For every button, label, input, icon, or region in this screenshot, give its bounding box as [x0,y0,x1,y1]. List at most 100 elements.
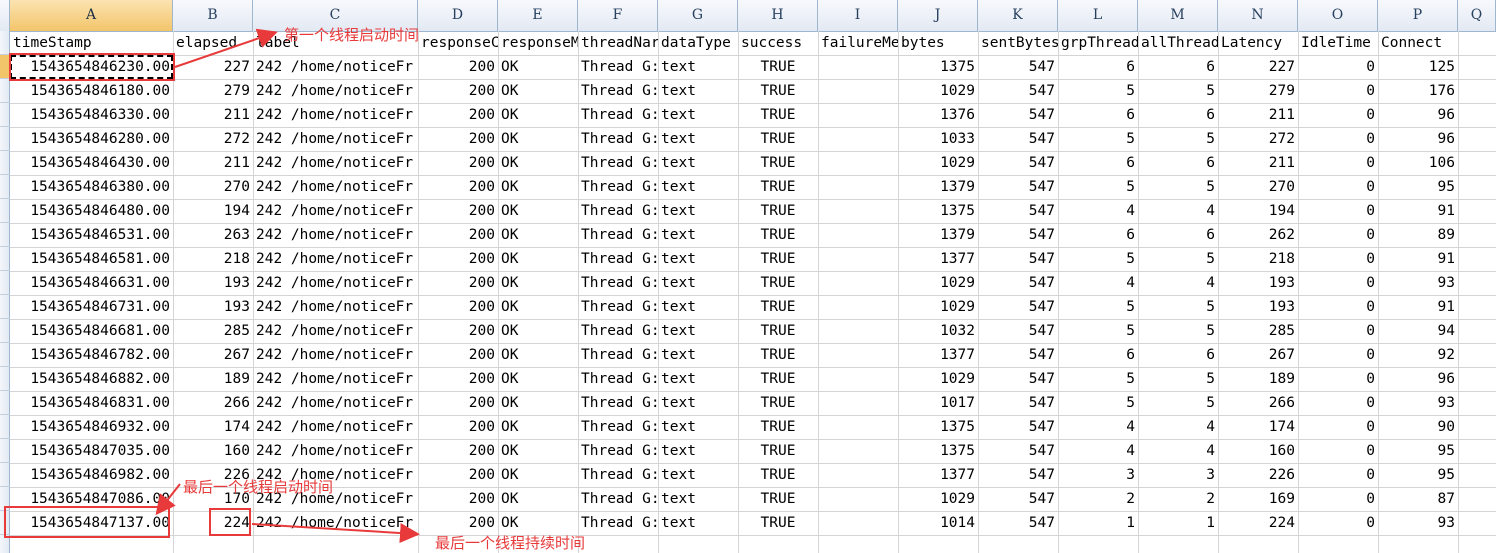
data-cell-N[interactable]: 285 [1218,319,1298,343]
data-cell-J[interactable]: 1379 [898,175,978,199]
data-cell-B[interactable]: 224 [173,511,253,535]
data-cell-F[interactable]: Thread G: [578,247,658,271]
data-cell-H[interactable]: TRUE [738,319,818,343]
data-cell-F[interactable]: Thread G: [578,295,658,319]
data-cell-M[interactable]: 6 [1138,223,1218,247]
data-cell-C[interactable]: 242 /home/noticeFr [253,127,418,151]
data-cell-N[interactable]: 160 [1218,439,1298,463]
data-cell-A[interactable]: 1543654846882.00 [10,367,173,391]
data-cell-O[interactable]: 0 [1298,391,1378,415]
data-cell-L[interactable]: 6 [1058,103,1138,127]
data-cell-D[interactable]: 200 [418,511,498,535]
data-cell-M[interactable]: 4 [1138,415,1218,439]
data-cell-M[interactable]: 5 [1138,391,1218,415]
data-cell-O[interactable]: 0 [1298,511,1378,535]
data-cell-H[interactable]: TRUE [738,271,818,295]
select-all-corner[interactable] [0,0,10,31]
data-cell-M[interactable]: 6 [1138,343,1218,367]
data-cell-J[interactable]: 1375 [898,415,978,439]
header-cell-M[interactable]: allThread [1138,31,1218,55]
data-cell-A[interactable]: 1543654846631.00 [10,271,173,295]
data-cell-F[interactable]: Thread G: [578,55,658,79]
data-cell-E[interactable]: OK [498,271,578,295]
data-cell-B[interactable]: 218 [173,247,253,271]
data-cell-G[interactable]: text [658,151,738,175]
data-cell-E[interactable]: OK [498,295,578,319]
data-cell-D[interactable]: 200 [418,55,498,79]
data-cell-I[interactable] [818,463,898,487]
data-cell-I[interactable] [818,175,898,199]
data-cell-A[interactable]: 1543654846731.00 [10,295,173,319]
data-cell-F[interactable]: Thread G: [578,271,658,295]
data-cell-D[interactable]: 200 [418,343,498,367]
data-cell-D[interactable]: 200 [418,415,498,439]
data-cell-F[interactable]: Thread G: [578,343,658,367]
data-cell-N[interactable]: 218 [1218,247,1298,271]
data-cell-D[interactable]: 200 [418,247,498,271]
data-cell-O[interactable]: 0 [1298,151,1378,175]
data-cell-K[interactable]: 547 [978,439,1058,463]
data-cell-P[interactable]: 93 [1378,511,1458,535]
data-cell-H[interactable]: TRUE [738,223,818,247]
data-cell-L[interactable]: 4 [1058,415,1138,439]
data-cell-L[interactable]: 5 [1058,295,1138,319]
data-cell-I[interactable] [818,79,898,103]
data-cell-O[interactable]: 0 [1298,487,1378,511]
header-cell-H[interactable]: success [738,31,818,55]
data-cell-I[interactable] [818,439,898,463]
data-cell-M[interactable]: 4 [1138,199,1218,223]
data-cell-L[interactable]: 5 [1058,391,1138,415]
column-header-N[interactable]: N [1218,0,1298,31]
data-cell-K[interactable]: 547 [978,271,1058,295]
data-cell-C[interactable]: 242 /home/noticeFr [253,79,418,103]
data-cell-P[interactable]: 89 [1378,223,1458,247]
data-cell-E[interactable]: OK [498,319,578,343]
column-header-B[interactable]: B [173,0,253,31]
data-cell-N[interactable]: 169 [1218,487,1298,511]
data-cell-E[interactable]: OK [498,151,578,175]
data-cell-I[interactable] [818,295,898,319]
data-cell-K[interactable]: 547 [978,319,1058,343]
data-cell-F[interactable]: Thread G: [578,79,658,103]
data-cell-J[interactable]: 1375 [898,55,978,79]
data-cell-A[interactable]: 1543654846982.00 [10,463,173,487]
data-cell-I[interactable] [818,487,898,511]
data-cell-G[interactable]: text [658,55,738,79]
data-cell-F[interactable]: Thread G: [578,439,658,463]
data-cell-O[interactable]: 0 [1298,295,1378,319]
header-cell-F[interactable]: threadNar [578,31,658,55]
data-cell-L[interactable]: 6 [1058,223,1138,247]
data-cell-N[interactable]: 272 [1218,127,1298,151]
data-cell-G[interactable]: text [658,271,738,295]
data-cell-M[interactable]: 4 [1138,271,1218,295]
data-cell-J[interactable]: 1375 [898,199,978,223]
data-cell-P[interactable]: 125 [1378,55,1458,79]
data-cell-H[interactable]: TRUE [738,343,818,367]
data-cell-K[interactable]: 547 [978,463,1058,487]
data-cell-C[interactable]: 242 /home/noticeFr [253,463,418,487]
data-cell-D[interactable]: 200 [418,295,498,319]
data-cell-P[interactable]: 95 [1378,175,1458,199]
data-cell-M[interactable]: 5 [1138,295,1218,319]
data-cell-J[interactable]: 1376 [898,103,978,127]
data-cell-A[interactable]: 1543654846581.00 [10,247,173,271]
data-cell-K[interactable]: 547 [978,151,1058,175]
data-cell-O[interactable]: 0 [1298,463,1378,487]
data-cell-I[interactable] [818,511,898,535]
data-cell-P[interactable]: 96 [1378,367,1458,391]
data-cell-G[interactable]: text [658,487,738,511]
data-cell-N[interactable]: 279 [1218,79,1298,103]
data-cell-I[interactable] [818,343,898,367]
data-cell-A[interactable]: 1543654846430.00 [10,151,173,175]
data-cell-F[interactable]: Thread G: [578,319,658,343]
data-cell-L[interactable]: 5 [1058,127,1138,151]
header-cell-C[interactable]: label [253,31,418,55]
data-cell-K[interactable]: 547 [978,79,1058,103]
data-cell-O[interactable]: 0 [1298,271,1378,295]
data-cell-P[interactable]: 96 [1378,127,1458,151]
data-cell-O[interactable]: 0 [1298,319,1378,343]
data-cell-K[interactable]: 547 [978,127,1058,151]
column-header-J[interactable]: J [898,0,978,31]
data-cell-E[interactable]: OK [498,511,578,535]
data-cell-L[interactable]: 3 [1058,463,1138,487]
